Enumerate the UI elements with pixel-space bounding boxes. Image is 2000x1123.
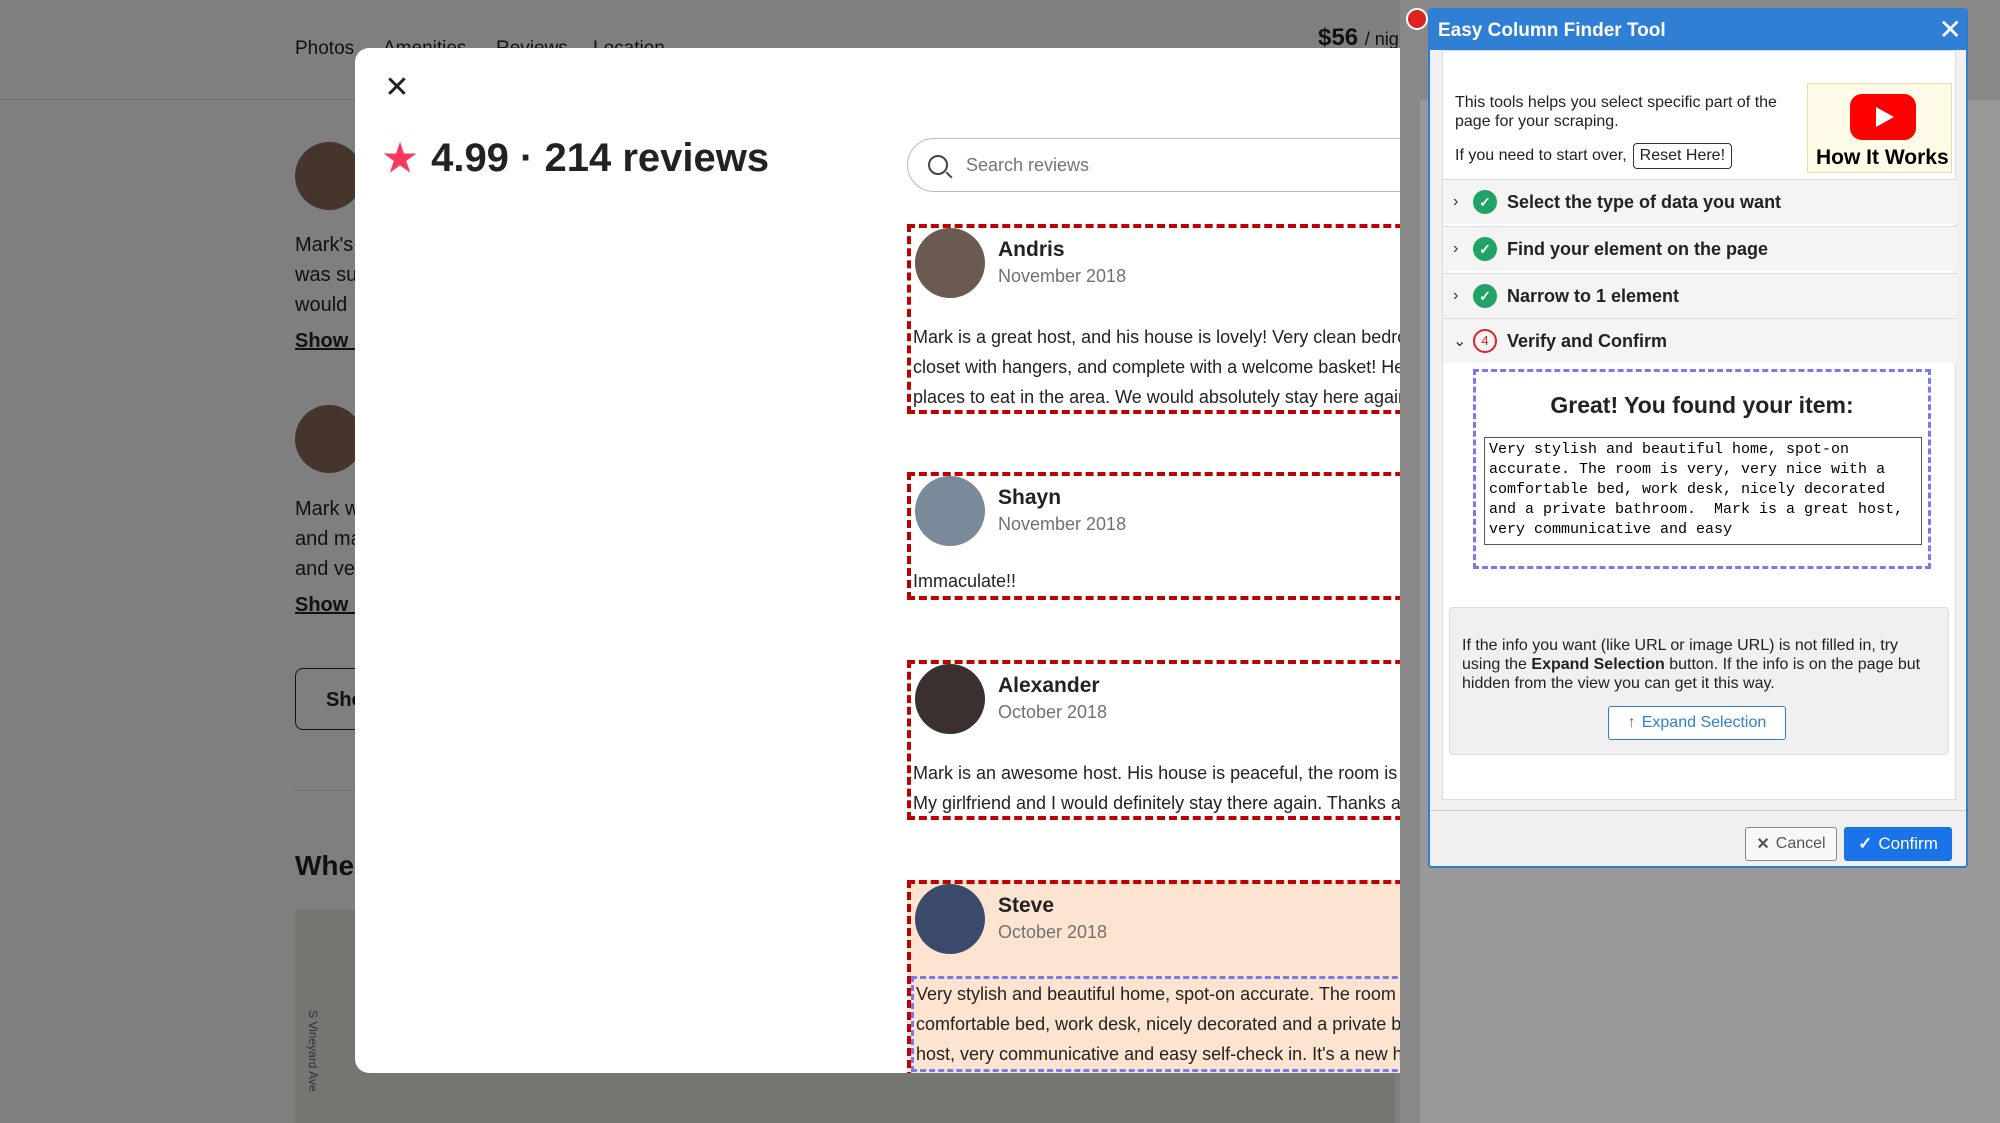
reviewer-name: Steve [998,894,1055,917]
review-card: Andris November 2018 Mark is a great hos… [907,224,1400,414]
panel-content: This tools helps you select specific par… [1442,50,1957,800]
panel-footer: ✕ Cancel ✓ Confirm [1430,810,1966,866]
review-card: Shayn November 2018 Immaculate!! [907,472,1400,600]
step-find-element[interactable]: › ✓ Find your element on the page [1443,226,1957,271]
avatar[interactable] [915,228,985,298]
check-icon: ✓ [1858,834,1873,853]
close-icon[interactable]: ✕ [1939,14,1962,46]
found-title: Great! You found your item: [1550,392,1854,418]
rating-header: ★ 4.99 · 214 reviews [383,136,769,181]
review-text-selected[interactable]: Very stylish and beautiful home, spot-on… [911,976,1400,1072]
found-item-textarea[interactable]: Very stylish and beautiful home, spot-on… [1484,437,1922,545]
review-date: October 2018 [998,702,1108,722]
reviews-modal: ✕ ★ 4.99 · 214 reviews Andris November 2… [355,48,1400,1073]
expand-info-text: If the info you want (like URL or image … [1462,637,1921,692]
chevron-right-icon: › [1453,287,1459,304]
search-input[interactable] [966,154,1366,176]
expand-section: If the info you want (like URL or image … [1449,607,1949,755]
reviewer-name: Alexander [998,674,1100,697]
check-icon: ✓ [1473,190,1497,214]
reviewer-name: Andris [998,238,1065,261]
x-icon: ✕ [1756,836,1770,853]
panel-title: Easy Column Finder Tool [1438,20,1666,41]
avatar[interactable] [915,664,985,734]
column-finder-panel: Easy Column Finder Tool ✕ This tools hel… [1428,8,1968,868]
check-icon: ✓ [1473,237,1497,261]
close-icon[interactable]: ✕ [379,70,415,106]
panel-titlebar: Easy Column Finder Tool ✕ [1430,10,1966,50]
extension-icon[interactable] [1406,8,1428,30]
review-date: November 2018 [998,514,1127,534]
review-text: Immaculate!! [913,571,1017,591]
youtube-play-icon [1850,94,1916,140]
review-date: November 2018 [998,266,1127,286]
expand-selection-button[interactable]: ↑ Expand Selection [1608,706,1786,740]
avatar[interactable] [915,884,985,954]
reset-button[interactable]: Reset Here! [1632,143,1733,169]
how-it-works-label: How It Works [1816,146,1949,169]
review-card-selected: Steve October 2018 Very stylish and beau… [907,880,1400,1073]
found-item-box: Great! You found your item: Very stylish… [1473,369,1931,569]
chevron-right-icon: › [1453,193,1459,210]
restart-text: If you need to start over, [1455,147,1627,164]
chevron-right-icon: › [1453,240,1459,257]
review-text: Mark is an awesome host. His house is pe… [913,763,1400,813]
review-text: Mark is a great host, and his house is l… [913,327,1400,407]
review-date: October 2018 [998,922,1108,942]
chevron-down-icon: ⌄ [1453,333,1467,350]
step-select-type[interactable]: › ✓ Select the type of data you want [1443,179,1957,224]
cancel-button[interactable]: ✕ Cancel [1745,827,1837,861]
check-icon: ✓ [1473,284,1497,308]
restart-row: If you need to start over, Reset Here! [1455,143,1733,169]
avatar[interactable] [915,476,985,546]
search-icon [928,155,948,175]
intro-text: This tools helps you select specific par… [1455,94,1777,130]
rating-text: 4.99 · 214 reviews [431,136,770,180]
search-box[interactable] [907,138,1400,192]
step-narrow[interactable]: › ✓ Narrow to 1 element [1443,273,1957,318]
panel-body: This tools helps you select specific par… [1430,50,1966,810]
star-icon: ★ [383,138,418,180]
how-it-works-video[interactable]: How It Works [1807,83,1952,173]
review-card: Alexander October 2018 Mark is an awesom… [907,660,1400,820]
confirm-button[interactable]: ✓ Confirm [1844,827,1952,861]
step-verify[interactable]: ⌄ 4 Verify and Confirm [1443,318,1957,363]
reviewer-name: Shayn [998,486,1062,509]
arrow-up-icon: ↑ [1627,714,1636,731]
step-number-badge: 4 [1473,329,1497,353]
